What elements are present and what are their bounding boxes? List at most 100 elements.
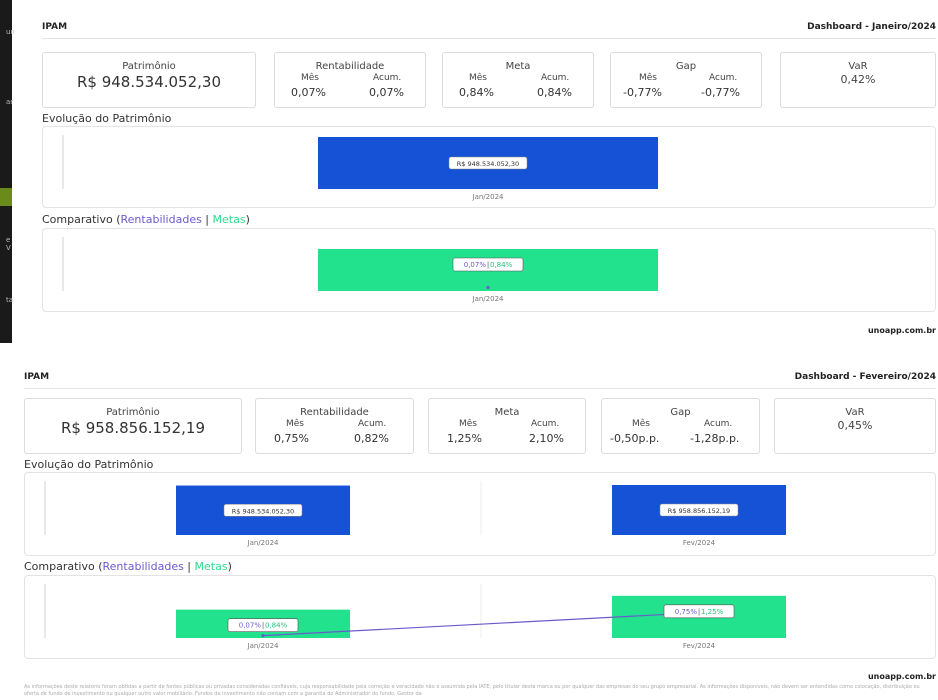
section-title-evolucao: Evolução do Patrimônio [42,112,172,125]
kpi-label: Rentabilidade [315,61,385,72]
kpi-mes-value: -0,50p.p. [610,432,660,445]
report-header: IPAM Dashboard - Fevereiro/2024 [0,350,938,390]
chart-evolucao-panel: R$ 948.534.052,30 Jan/2024 R$ 958.856.152,… [24,472,936,556]
site-url: unoapp.com.br [867,672,936,681]
x-tick-label: Jan/2024 [472,193,505,201]
comparativo-suffix: ) [227,560,232,573]
kpi-label: VaR [845,407,865,418]
section-title-comparativo: Comparativo (Rentabilidades | Metas) [24,560,232,573]
background-text-fragment: e V [6,236,11,252]
kpi-label: Patrimônio [106,407,160,418]
report-header: IPAM Dashboard - Janeiro/2024 [18,0,938,40]
patrimonio-bar-chart: R$ 948.534.052,30 Jan/2024 [62,135,658,201]
kpi-meta: Meta Mês Acum. 1,25% 2,10% [428,398,586,454]
kpi-label: Meta [505,61,531,72]
meta-data-label: 0,84% [265,622,288,630]
kpi-value: 0,42% [840,73,876,86]
kpi-var: VaR 0,42% [780,52,936,108]
kpi-meta: Meta Mês Acum. 0,84% 0,84% [442,52,594,108]
kpi-mes-value: 0,07% [291,86,326,99]
header-divider [24,388,936,389]
kpi-value: 0,45% [837,419,873,432]
kpi-acum-label: Acum. [358,419,387,429]
rentabilidade-point [261,634,265,638]
kpi-row: Patrimônio R$ 958.856.152,19 Rentabilida… [24,398,936,454]
dashboard-title: Dashboard - Janeiro/2024 [807,22,936,32]
kpi-acum-value: 0,82% [354,432,389,445]
bar-data-label: R$ 948.534.052,30 [232,507,294,515]
background-window-strip: un ar e V ta [0,0,15,343]
kpi-gap: Gap Mês Acum. -0,50p.p. -1,28p.p. [601,398,760,454]
background-accent [0,188,12,206]
chart-comparativo-panel: 0,07% | 0,84% Jan/2024 0,75% | 1,25% Fev/2024 [24,575,936,659]
kpi-mes-label: Mês [301,73,319,83]
legend-separator: | [183,560,195,573]
kpi-value: R$ 958.856.152,19 [60,419,206,437]
site-url: unoapp.com.br [867,326,936,335]
kpi-label: VaR [848,61,868,72]
kpi-label: Meta [494,407,520,418]
comparativo-suffix: ) [245,213,250,226]
section-title-evolucao: Evolução do Patrimônio [24,458,154,471]
x-tick-label: Jan/2024 [247,642,280,650]
kpi-mes-value: 0,84% [459,86,494,99]
kpi-value: R$ 948.534.052,30 [76,73,222,91]
data-label-separator: | [487,261,489,269]
meta-data-label: 0,84% [490,261,513,269]
kpi-acum-label: Acum. [531,419,560,429]
rentabilidade-data-label: 0,75% [675,608,698,616]
kpi-acum-value: 0,84% [537,86,572,99]
legend-separator: | [201,213,213,226]
x-tick-label: Jan/2024 [472,295,505,303]
meta-data-label: 1,25% [701,608,724,616]
comparativo-prefix: Comparativo ( [24,560,103,573]
kpi-acum-label: Acum. [373,73,402,83]
x-tick-label: Fev/2024 [683,642,716,650]
brand-name: IPAM [42,22,68,32]
x-tick-label: Fev/2024 [683,539,716,547]
kpi-label: Patrimônio [122,61,176,72]
kpi-acum-value: -0,77% [701,86,740,99]
header-divider [42,38,936,39]
background-text-fragment: un [6,28,15,36]
kpi-mes-value: 0,75% [274,432,309,445]
kpi-patrimonio: Patrimônio R$ 948.534.052,30 [42,52,256,108]
rentabilidade-data-label: 0,07% [239,622,262,630]
kpi-mes-value: -0,77% [623,86,662,99]
legend-rentabilidades[interactable]: Rentabilidades [103,560,184,573]
chart-evolucao-panel: R$ 948.534.052,30 Jan/2024 [42,126,936,208]
brand-name: IPAM [24,372,50,382]
x-tick-label: Jan/2024 [247,539,280,547]
chart-comparativo-panel: 0,07% | 0,84% Jan/2024 [42,228,936,312]
disclaimer-text: As informações deste relatório foram obt… [24,684,920,697]
kpi-mes-label: Mês [286,419,304,429]
dashboard-title: Dashboard - Fevereiro/2024 [794,372,936,382]
kpi-mes-label: Mês [632,419,650,429]
kpi-rentabilidade: Rentabilidade Mês Acum. 0,75% 0,82% [255,398,414,454]
background-text-fragment: ar [6,98,14,106]
legend-rentabilidades[interactable]: Rentabilidades [121,213,202,226]
legend-metas[interactable]: Metas [195,560,228,573]
bar-data-label: R$ 948.534.052,30 [457,160,519,168]
kpi-gap: Gap Mês Acum. -0,77% -0,77% [610,52,762,108]
kpi-label: Gap [675,61,697,72]
kpi-acum-label: Acum. [541,73,570,83]
kpi-acum-label: Acum. [704,419,733,429]
kpi-rentabilidade: Rentabilidade Mês Acum. 0,07% 0,07% [274,52,426,108]
kpi-acum-value: 2,10% [529,432,564,445]
kpi-mes-label: Mês [639,73,657,83]
data-label-separator: | [262,622,264,630]
kpi-mes-label: Mês [469,73,487,83]
kpi-acum-value: 0,07% [369,86,404,99]
kpi-label: Gap [670,407,691,418]
kpi-label: Rentabilidade [300,407,369,418]
legend-metas[interactable]: Metas [213,213,246,226]
section-title-comparativo: Comparativo (Rentabilidades | Metas) [42,213,250,226]
kpi-var: VaR 0,45% [774,398,936,454]
rentabilidade-data-label: 0,07% [464,261,487,269]
data-label-separator: | [698,608,700,616]
comparativo-prefix: Comparativo ( [42,213,121,226]
background-text-fragment: ta [6,296,14,304]
report-page-january: IPAM Dashboard - Janeiro/2024 Patrimônio… [18,0,938,343]
kpi-acum-label: Acum. [709,73,738,83]
